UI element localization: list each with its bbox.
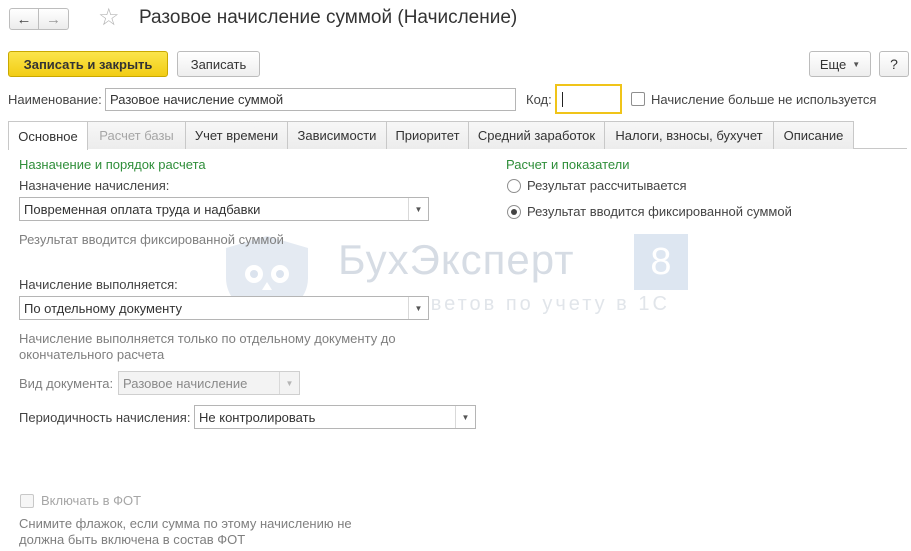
fot-checkbox bbox=[20, 494, 34, 508]
purpose-value: Повременная оплата труда и надбавки bbox=[24, 202, 261, 217]
periodicity-value: Не контролировать bbox=[199, 410, 316, 425]
tab-time-accounting[interactable]: Учет времени bbox=[185, 121, 288, 149]
radio-calculated[interactable] bbox=[507, 179, 521, 193]
tab-taxes[interactable]: Налоги, взносы, бухучет bbox=[604, 121, 774, 149]
performed-select[interactable]: По отдельному документу ▼ bbox=[19, 296, 429, 320]
more-menu-button[interactable]: Еще ▼ bbox=[809, 51, 871, 77]
watermark-brand: БухЭксперт bbox=[338, 236, 575, 283]
group-title-purpose: Назначение и порядок расчета bbox=[19, 157, 206, 172]
periodicity-select[interactable]: Не контролировать ▼ bbox=[194, 405, 476, 429]
tab-average-earnings[interactable]: Средний заработок bbox=[468, 121, 605, 149]
code-input[interactable] bbox=[555, 84, 622, 114]
purpose-label: Назначение начисления: bbox=[19, 178, 170, 193]
dropdown-arrow-icon[interactable]: ▼ bbox=[408, 297, 428, 319]
save-and-close-button[interactable]: Записать и закрыть bbox=[8, 51, 168, 77]
purpose-hint: Результат вводится фиксированной суммой bbox=[19, 232, 284, 247]
caret-down-icon: ▼ bbox=[852, 59, 861, 69]
radio-fixed-label: Результат вводится фиксированной суммой bbox=[527, 204, 792, 219]
performed-hint-2: окончательного расчета bbox=[19, 347, 165, 362]
fot-hint-2: должна быть включена в состав ФОТ bbox=[19, 532, 246, 547]
tab-calc-base[interactable]: Расчет базы bbox=[87, 121, 186, 149]
dropdown-arrow-icon[interactable]: ▼ bbox=[455, 406, 475, 428]
fot-label: Включать в ФОТ bbox=[41, 493, 142, 508]
tab-description[interactable]: Описание bbox=[773, 121, 854, 149]
radio-fixed[interactable] bbox=[507, 205, 521, 219]
tab-dependencies[interactable]: Зависимости bbox=[287, 121, 387, 149]
text-cursor bbox=[562, 91, 563, 107]
favorite-star-icon[interactable]: ☆ bbox=[98, 4, 120, 32]
page-title: Разовое начисление суммой (Начисление) bbox=[139, 7, 518, 28]
forward-button[interactable]: → bbox=[39, 8, 69, 30]
tab-main[interactable]: Основное bbox=[8, 121, 88, 150]
radio-calculated-label: Результат рассчитывается bbox=[527, 178, 687, 193]
doc-type-value: Разовое начисление bbox=[123, 376, 248, 391]
performed-hint-1: Начисление выполняется только по отдельн… bbox=[19, 331, 396, 346]
arrow-left-icon: ← bbox=[16, 10, 32, 28]
doc-type-label: Вид документа: bbox=[19, 376, 114, 391]
save-button[interactable]: Записать bbox=[177, 51, 260, 77]
doc-type-select: Разовое начисление ▼ bbox=[118, 371, 300, 395]
group-title-calculation: Расчет и показатели bbox=[506, 157, 630, 172]
dropdown-arrow-icon[interactable]: ▼ bbox=[408, 198, 428, 220]
watermark-number: 8 bbox=[634, 234, 688, 290]
purpose-select[interactable]: Повременная оплата труда и надбавки ▼ bbox=[19, 197, 429, 221]
tab-priority[interactable]: Приоритет bbox=[386, 121, 469, 149]
code-label: Код: bbox=[526, 92, 552, 107]
performed-label: Начисление выполняется: bbox=[19, 277, 178, 292]
performed-value: По отдельному документу bbox=[24, 301, 182, 316]
more-label: Еще bbox=[819, 56, 847, 72]
unused-label: Начисление больше не используется bbox=[651, 92, 877, 107]
name-label: Наименование: bbox=[8, 92, 102, 107]
fot-hint-1: Снимите флажок, если сумма по этому начи… bbox=[19, 516, 352, 531]
unused-checkbox[interactable] bbox=[631, 92, 645, 106]
dropdown-arrow-icon: ▼ bbox=[279, 372, 299, 394]
arrow-right-icon: → bbox=[46, 10, 61, 28]
back-button[interactable]: ← bbox=[9, 8, 39, 30]
periodicity-label: Периодичность начисления: bbox=[19, 410, 191, 425]
name-input[interactable]: Разовое начисление суммой bbox=[105, 88, 516, 111]
help-button[interactable]: ? bbox=[879, 51, 909, 77]
